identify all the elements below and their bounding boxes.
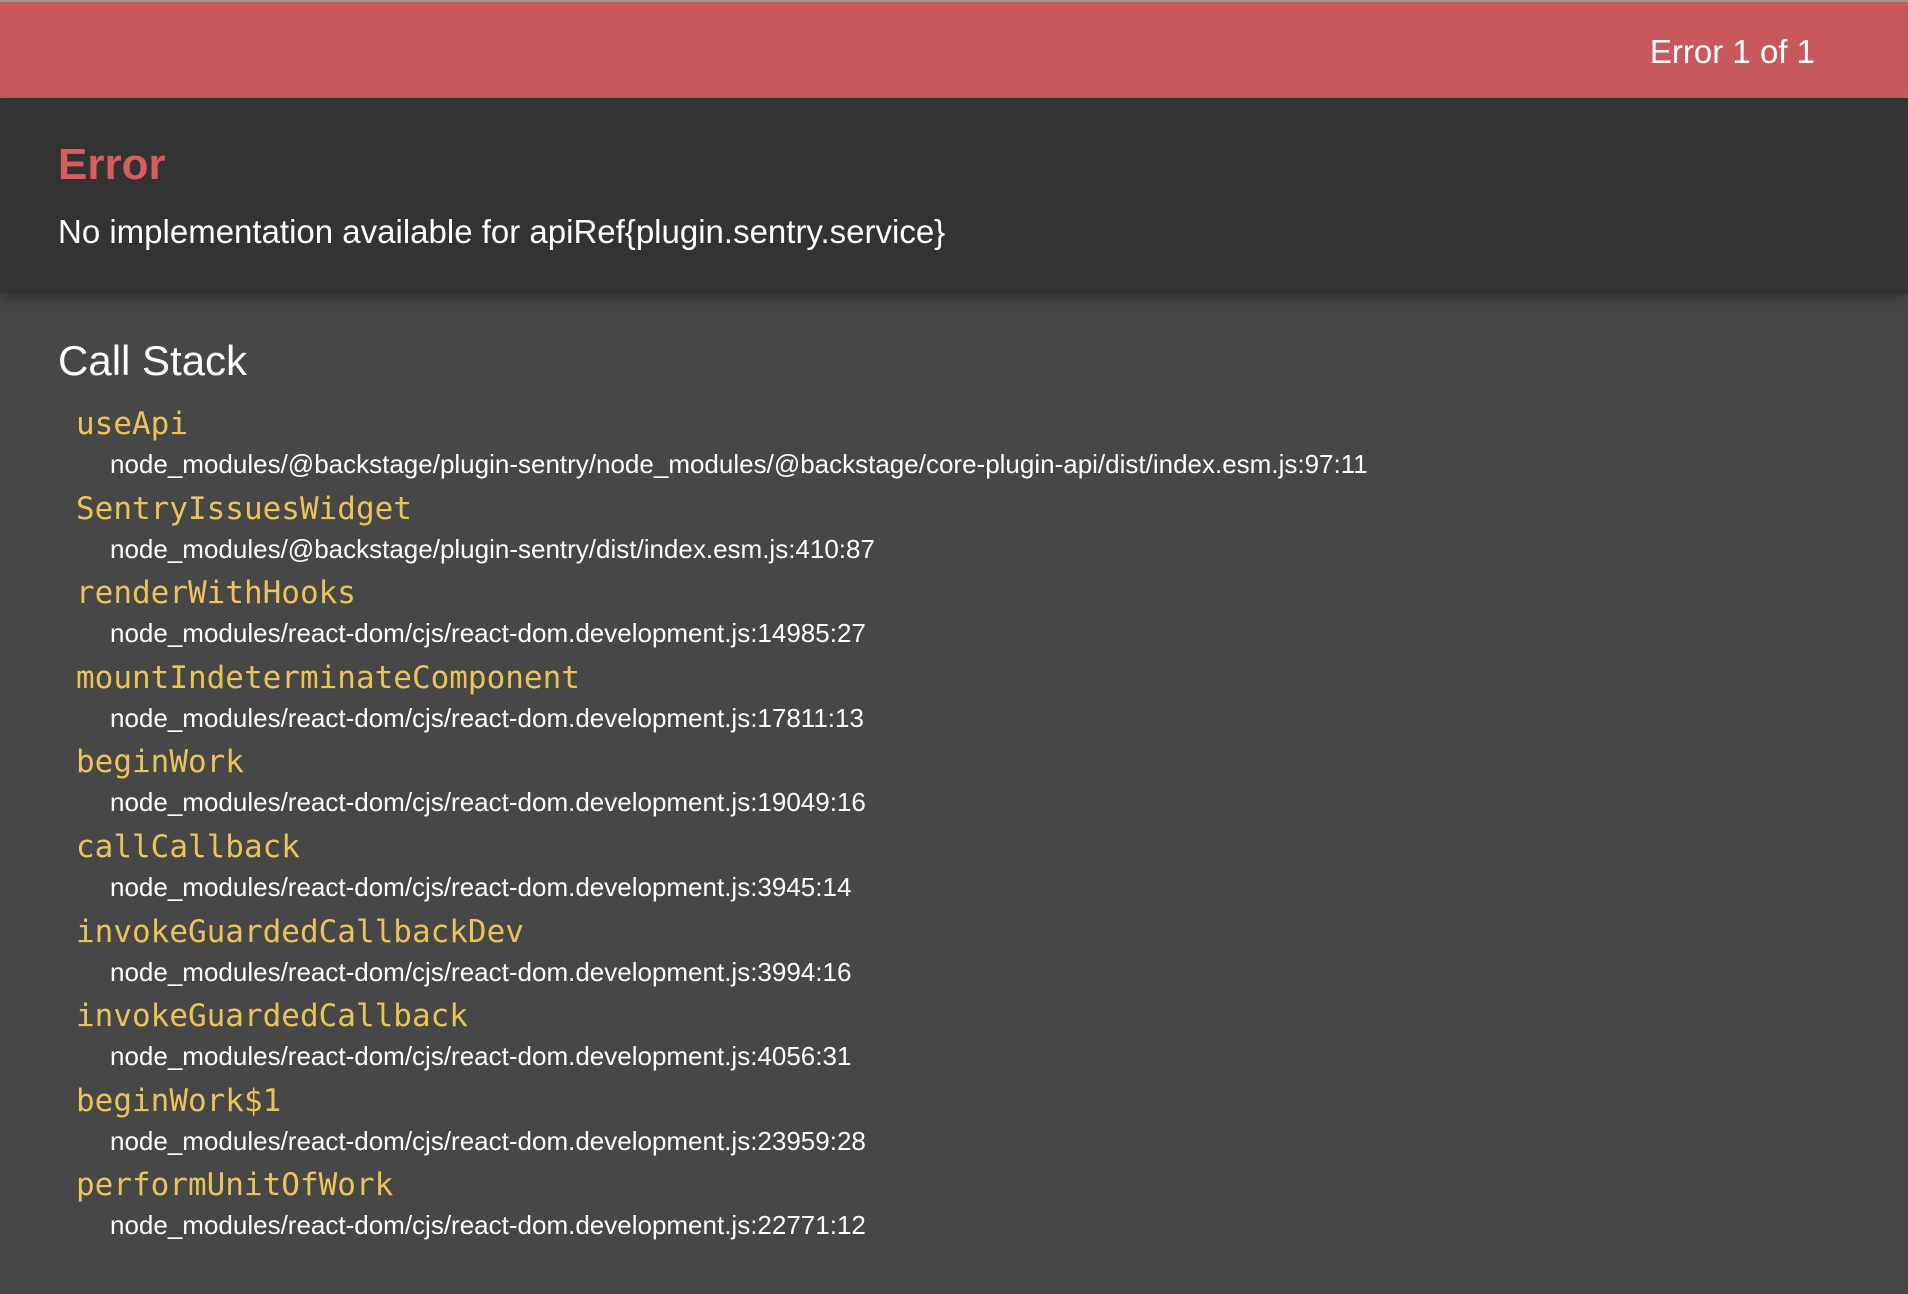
stack-frame-location[interactable]: node_modules/react-dom/cjs/react-dom.dev… [110, 1040, 851, 1072]
stack-frame-name: beginWork$1 [76, 1082, 282, 1119]
stack-frame-location[interactable]: node_modules/react-dom/cjs/react-dom.dev… [110, 702, 864, 734]
stack-frame-name: performUnitOfWork [76, 1167, 394, 1204]
stack-frame-location[interactable]: node_modules/react-dom/cjs/react-dom.dev… [110, 617, 866, 649]
stack-frame-location[interactable]: node_modules/@backstage/plugin-sentry/di… [110, 533, 875, 565]
call-stack-title: Call Stack [58, 337, 248, 384]
stack-frame-name: invokeGuardedCallback [76, 998, 468, 1035]
stack-frame-location[interactable]: node_modules/react-dom/cjs/react-dom.dev… [110, 786, 866, 818]
stack-frame[interactable]: performUnitOfWork node_modules/react-dom… [76, 1165, 1866, 1250]
stack-frame-name: useApi [76, 406, 188, 442]
stack-frame[interactable]: renderWithHooks node_modules/react-dom/c… [76, 573, 1866, 658]
stack-frame-name: renderWithHooks [76, 575, 356, 612]
call-stack-list: useApi node_modules/@backstage/plugin-se… [76, 404, 1866, 1250]
stack-frame-name: callCallback [76, 828, 300, 865]
stack-frame[interactable]: beginWork$1 node_modules/react-dom/cjs/r… [76, 1081, 1866, 1166]
stack-frame[interactable]: SentryIssuesWidget node_modules/@backsta… [76, 489, 1866, 574]
stack-frame-location[interactable]: node_modules/react-dom/cjs/react-dom.dev… [110, 1209, 866, 1241]
error-title: Error [58, 140, 166, 189]
stack-frame-location[interactable]: node_modules/react-dom/cjs/react-dom.dev… [110, 871, 851, 903]
stack-frame-location[interactable]: node_modules/react-dom/cjs/react-dom.dev… [110, 956, 851, 988]
stack-frame[interactable]: beginWork node_modules/react-dom/cjs/rea… [76, 742, 1866, 827]
error-overlay: Error 1 of 1 Error No implementation ava… [0, 0, 1908, 1294]
stack-frame-location[interactable]: node_modules/react-dom/cjs/react-dom.dev… [110, 1125, 866, 1157]
error-count-bar: Error 1 of 1 [0, 0, 1908, 98]
stack-frame-location[interactable]: node_modules/@backstage/plugin-sentry/no… [110, 448, 1368, 480]
error-counter: Error 1 of 1 [1649, 33, 1815, 70]
stack-frame[interactable]: invokeGuardedCallback node_modules/react… [76, 996, 1866, 1081]
error-message: No implementation available for apiRef{p… [58, 213, 946, 250]
error-header: Error No implementation available for ap… [0, 98, 1908, 293]
stack-frame[interactable]: callCallback node_modules/react-dom/cjs/… [76, 827, 1866, 912]
stack-frame-name: beginWork [76, 744, 244, 781]
stack-frame-name: SentryIssuesWidget [76, 490, 412, 527]
stack-frame-name: mountIndeterminateComponent [76, 659, 580, 696]
stack-frame[interactable]: mountIndeterminateComponent node_modules… [76, 658, 1866, 743]
stack-frame[interactable]: invokeGuardedCallbackDev node_modules/re… [76, 912, 1866, 997]
stack-frame[interactable]: useApi node_modules/@backstage/plugin-se… [76, 404, 1866, 489]
stack-frame-name: invokeGuardedCallbackDev [76, 913, 524, 950]
